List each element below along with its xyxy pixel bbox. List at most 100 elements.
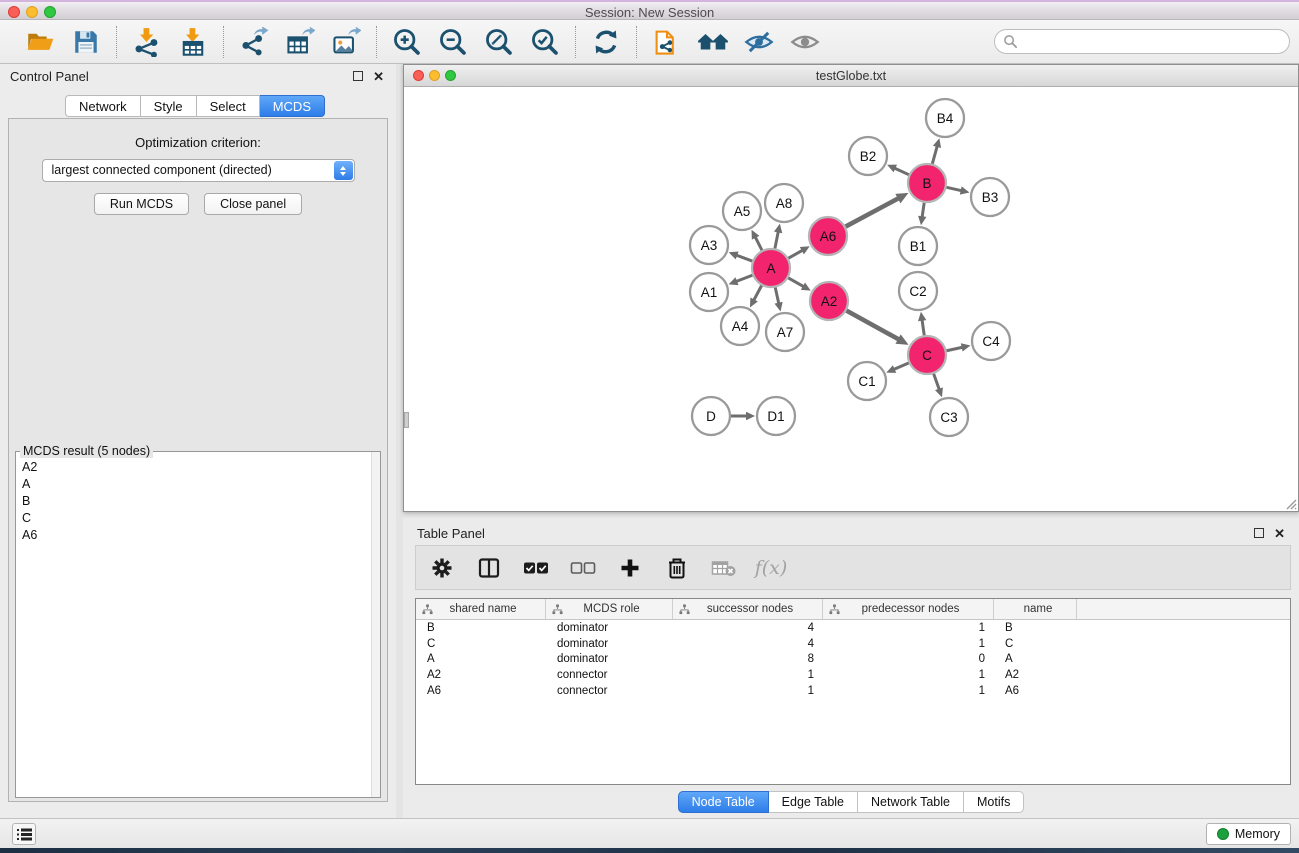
table-panel-close-icon[interactable]: ✕ <box>1274 526 1285 542</box>
table-row[interactable]: A2connector11A2 <box>416 667 1290 683</box>
mcds-result-item[interactable]: A <box>17 475 370 492</box>
tab-style[interactable]: Style <box>141 95 197 117</box>
dropdown-stepper-icon[interactable] <box>334 161 353 180</box>
graph-node-B4[interactable]: B4 <box>926 99 964 137</box>
tab-edge-table[interactable]: Edge Table <box>769 791 858 813</box>
table-row[interactable]: A6connector11A6 <box>416 683 1290 699</box>
refresh-button[interactable] <box>590 26 622 58</box>
mcds-result-item[interactable]: C <box>17 509 370 526</box>
export-table-button[interactable] <box>284 26 316 58</box>
zoom-selected-button[interactable] <box>529 26 561 58</box>
memory-button[interactable]: Memory <box>1206 823 1291 845</box>
home-button[interactable] <box>697 26 729 58</box>
graph-node-A2[interactable]: A2 <box>810 282 848 320</box>
table-settings-button[interactable] <box>427 553 457 583</box>
delete-column-button[interactable] <box>662 553 692 583</box>
svg-text:B2: B2 <box>860 149 877 164</box>
add-column-button[interactable] <box>615 553 645 583</box>
table-row[interactable]: Adominator80A <box>416 652 1290 668</box>
function-builder-button[interactable]: f(x) <box>756 553 786 583</box>
tab-select[interactable]: Select <box>197 95 260 117</box>
zoom-fit-button[interactable] <box>483 26 515 58</box>
import-network-button[interactable] <box>131 26 163 58</box>
tab-network-table[interactable]: Network Table <box>858 791 964 813</box>
table-cell: A <box>416 653 546 665</box>
graph-node-A5[interactable]: A5 <box>723 192 761 230</box>
graph-node-A7[interactable]: A7 <box>766 313 804 351</box>
open-session-button[interactable] <box>24 26 56 58</box>
tab-motifs[interactable]: Motifs <box>964 791 1024 813</box>
graph-node-C3[interactable]: C3 <box>930 398 968 436</box>
graph-node-B2[interactable]: B2 <box>849 137 887 175</box>
eye-icon <box>790 27 820 57</box>
graph-node-C2[interactable]: C2 <box>899 272 937 310</box>
new-network-from-file-button[interactable] <box>651 26 683 58</box>
panel-list-button[interactable] <box>12 823 36 845</box>
export-network-button[interactable] <box>238 26 270 58</box>
zoom-in-button[interactable] <box>391 26 423 58</box>
zoom-out-button[interactable] <box>437 26 469 58</box>
export-network-icon <box>239 27 269 57</box>
graph-node-A4[interactable]: A4 <box>721 307 759 345</box>
close-panel-button[interactable]: Close panel <box>204 193 302 215</box>
svg-text:C2: C2 <box>909 284 926 299</box>
tab-network[interactable]: Network <box>65 95 141 117</box>
graph-node-A[interactable]: A <box>752 249 790 287</box>
import-table-icon <box>178 27 208 57</box>
show-all-button[interactable] <box>789 26 821 58</box>
export-image-button[interactable] <box>330 26 362 58</box>
network-graph[interactable]: B4 B2 B B3 A5A8A6 B1 A3 A A1 C2 A2 A4A7 C4 C C1 C3 D D1 <box>404 87 1298 512</box>
graph-node-A8[interactable]: A8 <box>765 184 803 222</box>
mcds-result-item[interactable]: B <box>17 492 370 509</box>
column-header-successor-nodes[interactable]: successor nodes <box>673 599 823 619</box>
column-header-predecessor-nodes[interactable]: predecessor nodes <box>823 599 994 619</box>
graph-node-D1[interactable]: D1 <box>757 397 795 435</box>
table-panel-float-icon[interactable] <box>1254 528 1264 538</box>
table-cell: 1 <box>823 622 994 634</box>
select-all-button[interactable] <box>521 553 551 583</box>
node-table-body: Bdominator41BCdominator41CAdominator80AA… <box>416 620 1290 699</box>
control-panel-float-icon[interactable] <box>353 71 363 81</box>
column-header-name[interactable]: name <box>994 599 1077 619</box>
deselect-all-button[interactable] <box>568 553 598 583</box>
tab-node-table[interactable]: Node Table <box>678 791 769 813</box>
fx-icon: f(x) <box>755 557 788 579</box>
mcds-result-item[interactable]: A6 <box>17 526 370 543</box>
table-row[interactable]: Bdominator41B <box>416 620 1290 636</box>
graph-node-A3[interactable]: A3 <box>690 226 728 264</box>
canvas-left-handle[interactable] <box>404 412 409 428</box>
edge-arrow-icon <box>729 251 739 259</box>
table-cell: A <box>994 653 1077 665</box>
graph-node-A6[interactable]: A6 <box>809 217 847 255</box>
network-canvas[interactable]: B4 B2 B B3 A5A8A6 B1 A3 A A1 C2 A2 A4A7 C4 C C1 C3 D D1 <box>404 87 1298 511</box>
hide-selected-button[interactable] <box>743 26 775 58</box>
control-panel-close-icon[interactable]: ✕ <box>373 69 384 85</box>
graph-node-B1[interactable]: B1 <box>899 227 937 265</box>
resize-grip-icon[interactable] <box>1283 496 1297 510</box>
graph-node-A1[interactable]: A1 <box>690 273 728 311</box>
column-header-mcds-role[interactable]: MCDS role <box>546 599 673 619</box>
graph-node-B[interactable]: B <box>908 164 946 202</box>
import-table-button[interactable] <box>177 26 209 58</box>
graph-node-C4[interactable]: C4 <box>972 322 1010 360</box>
svg-text:A3: A3 <box>701 238 718 253</box>
optimization-criterion-dropdown[interactable]: largest connected component (directed) <box>42 159 355 182</box>
tab-mcds[interactable]: MCDS <box>260 95 325 117</box>
graph-node-D[interactable]: D <box>692 397 730 435</box>
graph-node-B3[interactable]: B3 <box>971 178 1009 216</box>
network-window-titlebar[interactable]: testGlobe.txt <box>404 65 1298 87</box>
table-cell: B <box>416 622 546 634</box>
graph-node-C1[interactable]: C1 <box>848 362 886 400</box>
search-input[interactable] <box>1018 32 1289 52</box>
mcds-result-item[interactable]: A2 <box>17 458 370 475</box>
mcds-result-scrollbar[interactable] <box>371 452 380 797</box>
save-session-button[interactable] <box>70 26 102 58</box>
table-row[interactable]: Cdominator41C <box>416 636 1290 652</box>
checked-boxes-icon <box>523 560 549 576</box>
delete-table-button[interactable] <box>709 553 739 583</box>
column-header-shared-name[interactable]: shared name <box>416 599 546 619</box>
split-view-button[interactable] <box>474 553 504 583</box>
graph-node-C[interactable]: C <box>908 336 946 374</box>
main-toolbar <box>0 20 1299 64</box>
run-mcds-button[interactable]: Run MCDS <box>94 193 189 215</box>
